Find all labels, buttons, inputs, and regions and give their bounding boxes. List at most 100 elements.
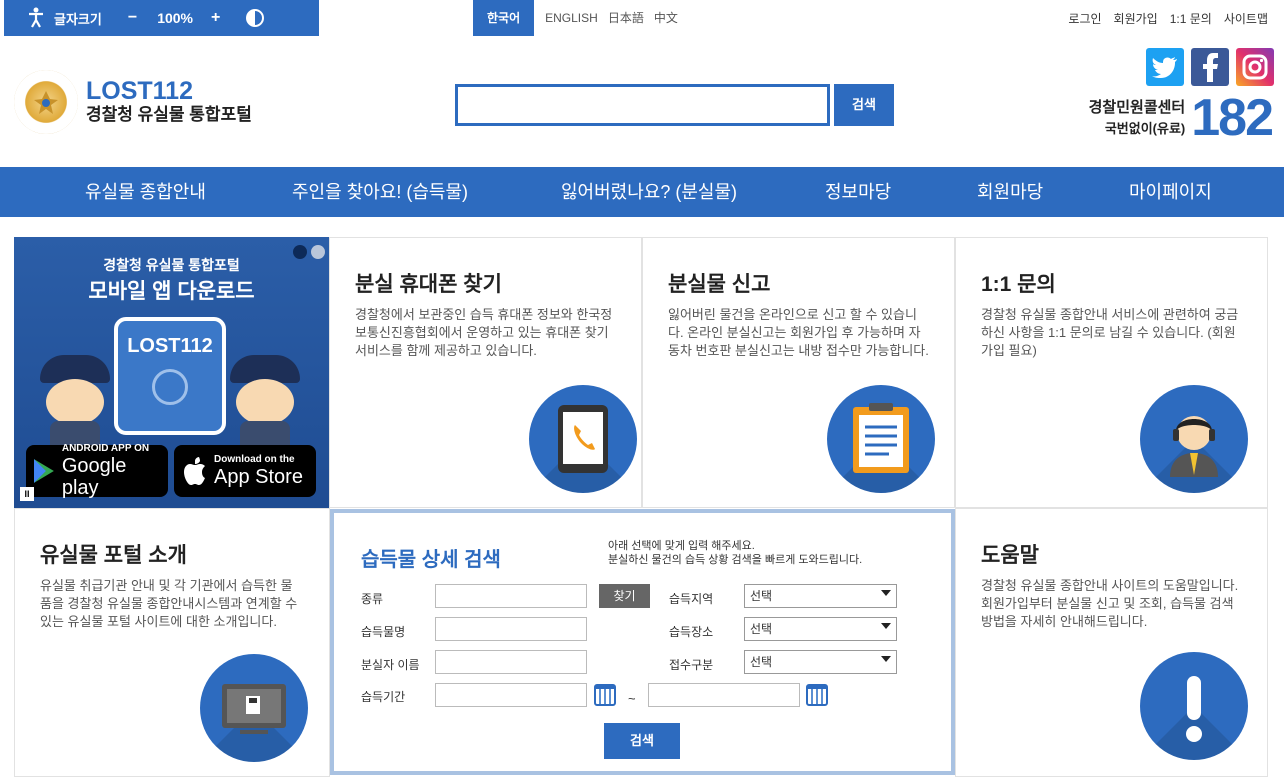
call-center: 경찰민원콜센터 국번없이(유료) 182 [1088,89,1274,147]
facebook-icon[interactable] [1191,48,1229,86]
app-card-title: LOST112 [127,335,213,357]
carousel-dots [289,245,325,259]
card-inquiry[interactable]: 1:1 문의 경찰청 유실물 종합안내 서비스에 관련하여 궁금하신 사항을 1… [955,237,1268,508]
chevron-down-icon [881,623,891,629]
nav-item-member[interactable]: 회원마당 [977,167,1043,217]
mascot-right [226,355,304,455]
support-agent-icon [1140,385,1248,493]
google-play-small: ANDROID APP ON [61,443,150,454]
calendar-start-icon[interactable] [594,684,616,706]
site-header: LOST112 경찰청 유실물 통합포털 검색 경찰민원콜센터 국번없이(유료)… [0,36,1284,167]
receipt-type-label: 접수구분 [669,658,714,672]
language-menu: 한국어 ENGLISH 日本語 中文 [473,0,683,36]
signup-link[interactable]: 회원가입 [1114,10,1158,27]
nav-item-info[interactable]: 정보마당 [825,167,891,217]
banner-line1: 경찰청 유실물 통합포털 [103,257,240,273]
card-help-title: 도움말 [981,544,1039,567]
contrast-icon[interactable] [246,9,265,27]
search-button[interactable]: 검색 [834,84,894,126]
sitemap-link[interactable]: 사이트맵 [1224,10,1268,27]
google-play-button[interactable]: ANDROID APP ON Google play [26,443,168,499]
found-item-search-form: 습득물 상세 검색 아래 선택에 맞게 입력 해주세요. 분실하신 물건의 습득… [330,509,955,775]
place-label: 습득장소 [669,625,714,639]
lang-korean[interactable]: 한국어 [473,0,535,36]
card-portal-intro-text: 유실물 취급기관 안내 및 각 기관에서 습득한 물품을 경찰청 유실물 종합안… [40,578,298,629]
item-name-input[interactable] [435,617,587,641]
card-lost-phone-title: 분실 휴대폰 찾기 [355,273,502,296]
eagle-icon [152,369,188,405]
accessibility-bar: 글자크기 − 100% + [4,0,319,36]
clipboard-icon [827,385,935,493]
monitor-icon [200,654,308,762]
type-input[interactable] [435,584,587,608]
logo-title: LOST112 [86,77,193,105]
card-portal-intro-title: 유실물 포털 소개 [40,544,187,567]
zoom-level: 100% [157,10,193,26]
logo-subtitle: 경찰청 유실물 통합포털 [86,105,252,124]
mascot-left [36,355,114,455]
app-store-button[interactable]: Download on the App Store [174,445,316,497]
receipt-type-select[interactable]: 선택 [744,650,897,674]
app-store-small: Download on the [214,454,295,465]
chevron-down-icon [881,656,891,662]
card-lost-report[interactable]: 분실물 신고 잃어버린 물건을 온라인으로 신고 할 수 있습니다. 온라인 분… [642,237,955,508]
nav-item-lost[interactable]: 잃어버렸나요? (분실물) [561,167,737,217]
call-center-subtitle: 국번없이(유료) [1104,121,1186,136]
inquiry-link[interactable]: 1:1 문의 [1170,10,1212,27]
place-select[interactable]: 선택 [744,617,897,641]
login-link[interactable]: 로그인 [1068,10,1101,27]
find-button[interactable]: 찾기 [599,584,650,608]
content-grid: 경찰청 유실물 통합포털 모바일 앱 다운로드 LOST112 ANDROID … [14,237,1268,777]
app-download-banner[interactable]: 경찰청 유실물 통합포털 모바일 앱 다운로드 LOST112 ANDROID … [14,237,329,508]
lang-english[interactable]: ENGLISH [540,0,603,36]
font-decrease-button[interactable]: − [128,9,137,27]
period-start-input[interactable] [435,683,587,707]
card-portal-intro[interactable]: 유실물 포털 소개 유실물 취급기관 안내 및 각 기관에서 습득한 물품을 경… [14,508,330,777]
region-select[interactable]: 선택 [744,584,897,608]
card-inquiry-text: 경찰청 유실물 종합안내 서비스에 관련하여 궁금하신 사항을 1:1 문의로 … [981,307,1239,358]
call-center-number: 182 [1191,89,1274,147]
google-play-big: Google play [61,455,127,499]
card-lost-phone-text: 경찰청에서 보관중인 습득 휴대폰 정보와 한국정보통신진흥협회에서 운영하고 … [355,307,613,358]
card-help-text: 경찰청 유실물 종합안내 사이트의 도움말입니다. 회원가입부터 분실물 신고 … [981,578,1239,629]
lang-japanese[interactable]: 日本語 [603,0,649,36]
nav-item-guide[interactable]: 유실물 종합안내 [85,167,206,217]
card-lost-phone[interactable]: 분실 휴대폰 찾기 경찰청에서 보관중인 습득 휴대폰 정보와 한국정보통신진흥… [329,237,642,508]
search-form-note: 아래 선택에 맞게 입력 해주세요. 분실하신 물건의 습득 상황 검색을 빠르… [608,540,863,566]
chevron-down-icon [881,590,891,596]
carousel-dot-1[interactable] [293,245,307,259]
nav-item-mypage[interactable]: 마이페이지 [1129,167,1212,217]
page: 글자크기 − 100% + 한국어 ENGLISH 日本語 中文 로그인 회원가… [0,0,1284,780]
detail-search-button[interactable]: 검색 [604,723,680,759]
pause-button[interactable]: II [20,487,34,501]
utility-links: 로그인 회원가입 1:1 문의 사이트맵 [1056,0,1268,36]
period-end-input[interactable] [648,683,800,707]
period-separator: ~ [628,691,636,706]
site-logo[interactable]: LOST112 경찰청 유실물 통합포털 [14,70,252,134]
font-increase-button[interactable]: + [211,9,220,27]
exclamation-icon [1140,652,1248,760]
card-help[interactable]: 도움말 경찰청 유실물 종합안내 사이트의 도움말입니다. 회원가입부터 분실물… [955,508,1268,777]
main-nav: 유실물 종합안내 주인을 찾아요! (습득물) 잃어버렸나요? (분실물) 정보… [0,167,1284,217]
nav-item-found[interactable]: 주인을 찾아요! (습득물) [292,167,468,217]
twitter-icon[interactable] [1146,48,1184,86]
period-label: 습득기간 [361,690,406,704]
card-lost-report-title: 분실물 신고 [668,273,771,296]
owner-name-input[interactable] [435,650,587,674]
google-play-icon [33,459,54,483]
lang-chinese[interactable]: 中文 [649,0,683,36]
top-utility-bar: 글자크기 − 100% + 한국어 ENGLISH 日本語 中文 로그인 회원가… [0,0,1284,36]
app-card: LOST112 [114,317,226,435]
banner-line2: 모바일 앱 다운로드 [88,280,255,303]
font-size-label: 글자크기 [54,11,102,27]
apple-icon [184,457,205,485]
calendar-end-icon[interactable] [806,684,828,706]
card-lost-report-text: 잃어버린 물건을 온라인으로 신고 할 수 있습니다. 온라인 분실신고는 회원… [668,307,929,358]
call-center-title: 경찰민원콜센터 [1088,99,1186,116]
search-input[interactable] [455,84,830,126]
instagram-icon[interactable] [1236,48,1274,86]
carousel-dot-2[interactable] [311,245,325,259]
search-form-title: 습득물 상세 검색 [361,549,501,571]
type-label: 종류 [361,592,384,606]
accessibility-icon [24,6,48,30]
